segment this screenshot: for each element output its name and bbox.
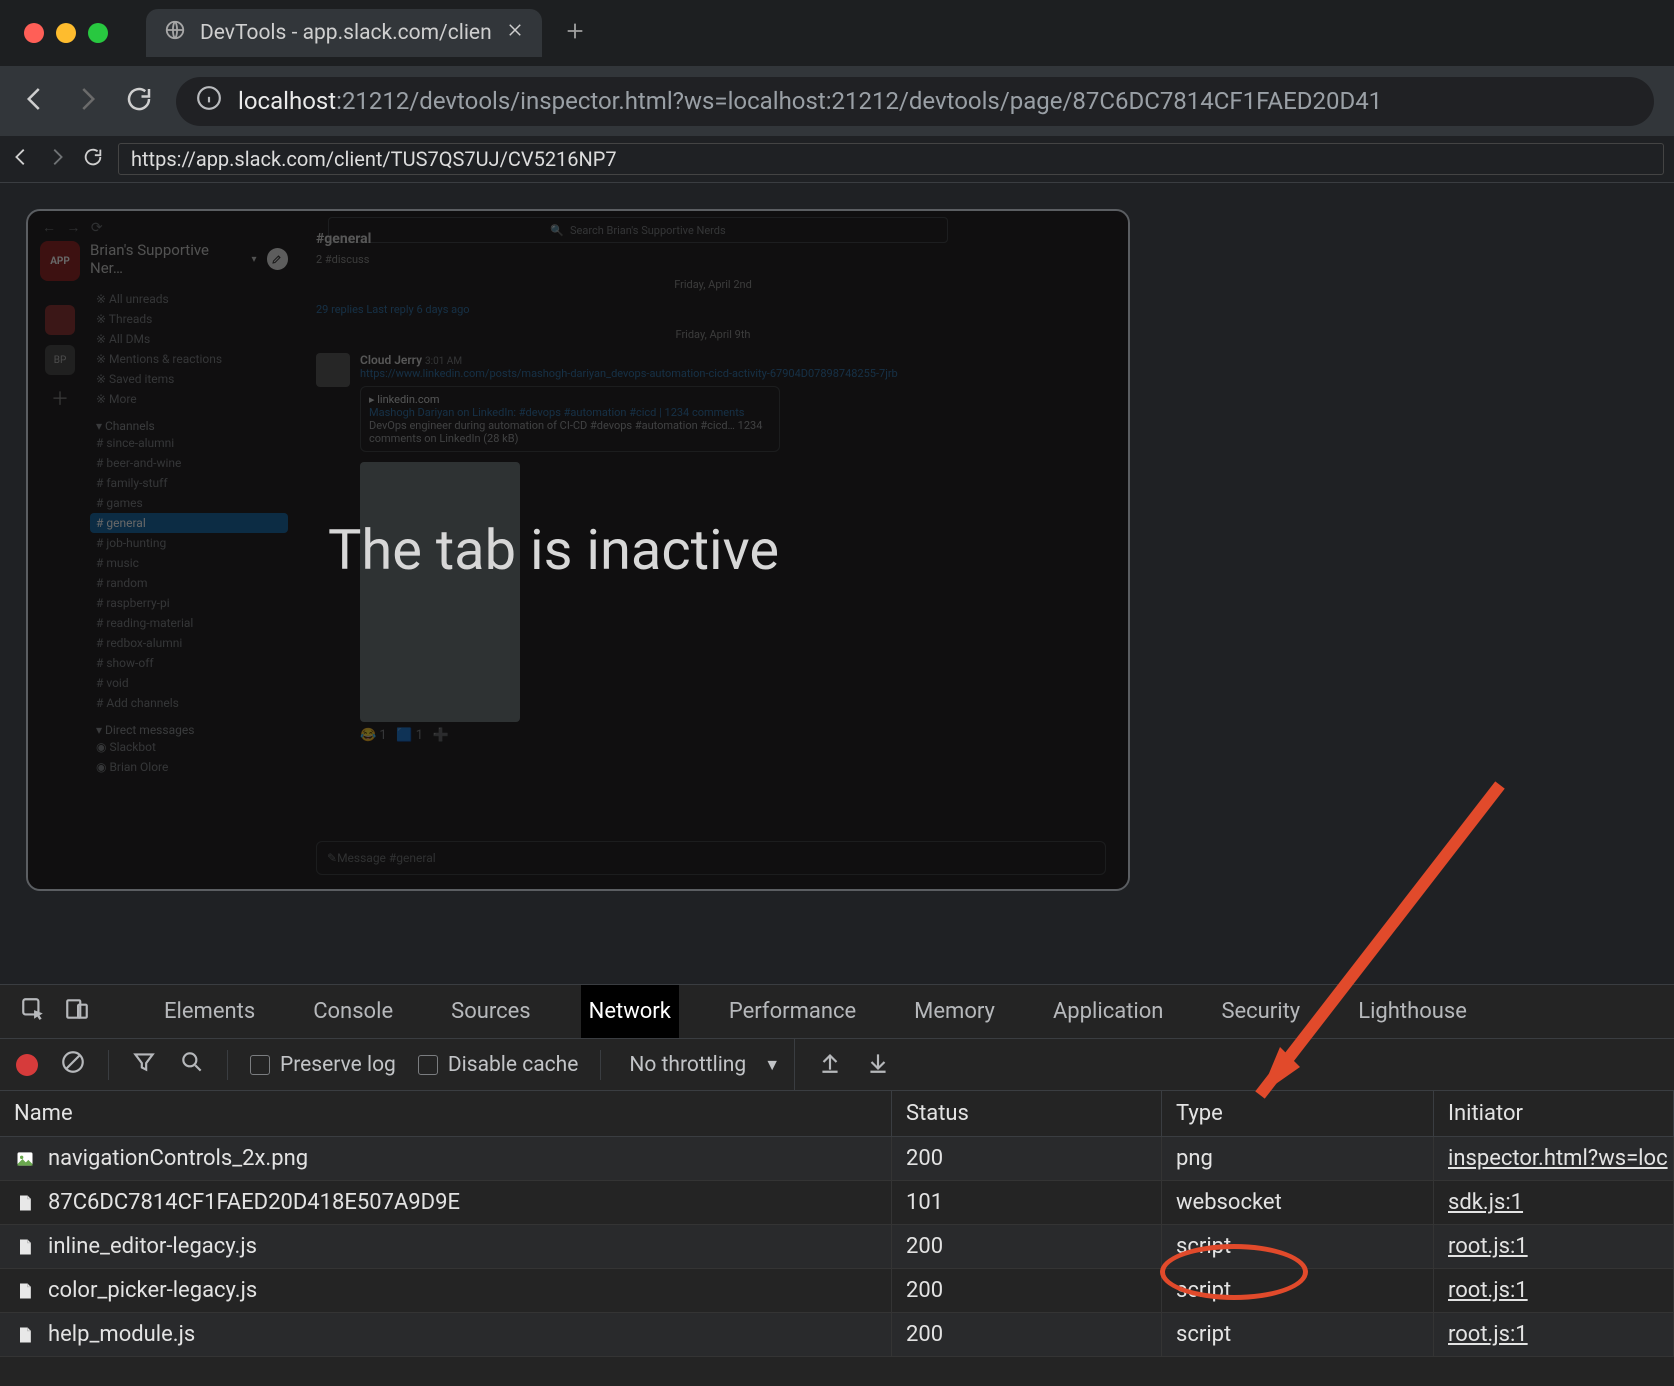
globe-icon	[164, 19, 186, 47]
request-initiator[interactable]: root.js:1	[1448, 1234, 1528, 1259]
image-file-icon	[14, 1148, 36, 1170]
devtools-tab-memory[interactable]: Memory	[906, 985, 1003, 1038]
request-type: script	[1176, 1322, 1231, 1347]
devtools-tab-security[interactable]: Security	[1213, 985, 1308, 1038]
request-initiator[interactable]: sdk.js:1	[1448, 1190, 1523, 1215]
record-button[interactable]	[16, 1054, 38, 1076]
request-name: 87C6DC7814CF1FAED20D418E507A9D9E	[48, 1190, 460, 1215]
request-initiator[interactable]: root.js:1	[1448, 1322, 1528, 1347]
devtools-tabs: Elements Console Sources Network Performance…	[0, 985, 1674, 1039]
new-tab-button[interactable]	[564, 20, 586, 46]
window-titlebar: DevTools - app.slack.com/clien	[0, 0, 1674, 66]
col-initiator[interactable]: Initiator	[1434, 1091, 1674, 1136]
request-type: websocket	[1176, 1190, 1282, 1215]
devtools-tab-performance[interactable]: Performance	[721, 985, 864, 1038]
search-icon[interactable]	[179, 1049, 205, 1081]
network-subbar: Preserve log Disable cache No throttling…	[0, 1039, 1674, 1091]
inactive-overlay-text: The tab is inactive	[328, 517, 779, 583]
target-forward-button[interactable]	[46, 146, 68, 172]
target-screencast[interactable]: ← → ⟳ 🔍 Search Brian's Supportive Nerds …	[26, 209, 1130, 891]
browser-toolbar: localhost:21212/devtools/inspector.html?…	[0, 66, 1674, 136]
upload-har-icon[interactable]	[817, 1049, 843, 1081]
table-row[interactable]: color_picker-legacy.js 200 script root.js:1	[0, 1269, 1674, 1313]
table-row[interactable]: 87C6DC7814CF1FAED20D418E507A9D9E 101 webso…	[0, 1181, 1674, 1225]
request-status: 200	[906, 1322, 943, 1347]
devtools-panel: Elements Console Sources Network Performance…	[0, 984, 1674, 1386]
col-type[interactable]: Type	[1162, 1091, 1434, 1136]
request-initiator[interactable]: root.js:1	[1448, 1278, 1528, 1303]
browser-reload-button[interactable]	[124, 84, 154, 118]
request-status: 101	[906, 1190, 943, 1215]
devtools-tab-lighthouse[interactable]: Lighthouse	[1350, 985, 1475, 1038]
request-name: inline_editor-legacy.js	[48, 1234, 257, 1259]
request-type: script	[1176, 1278, 1231, 1303]
devtools-tab-elements[interactable]: Elements	[156, 985, 263, 1038]
request-status: 200	[906, 1278, 943, 1303]
browser-tab[interactable]: DevTools - app.slack.com/clien	[146, 9, 542, 57]
devtools-tab-sources[interactable]: Sources	[443, 985, 539, 1038]
col-status[interactable]: Status	[892, 1091, 1162, 1136]
target-url-field[interactable]: https://app.slack.com/client/TUS7QS7UJ/C…	[118, 143, 1664, 175]
clear-icon[interactable]	[60, 1049, 86, 1081]
request-name: navigationControls_2x.png	[48, 1146, 308, 1171]
site-info-icon[interactable]	[196, 85, 222, 117]
network-table-body: navigationControls_2x.png 200 png inspector…	[0, 1137, 1674, 1386]
devtools-tab-application[interactable]: Application	[1045, 985, 1171, 1038]
window-traffic-lights	[24, 23, 108, 43]
window-close-button[interactable]	[24, 23, 44, 43]
table-row[interactable]: inline_editor-legacy.js 200 script root.js:…	[0, 1225, 1674, 1269]
devtools-target-toolbar: https://app.slack.com/client/TUS7QS7UJ/C…	[0, 136, 1674, 183]
document-file-icon	[14, 1280, 36, 1302]
request-name: help_module.js	[48, 1322, 195, 1347]
col-name[interactable]: Name	[0, 1091, 892, 1136]
inspect-element-icon[interactable]	[20, 996, 46, 1028]
window-maximize-button[interactable]	[88, 23, 108, 43]
table-row[interactable]: help_module.js 200 script root.js:1	[0, 1313, 1674, 1357]
inactive-overlay: The tab is inactive	[28, 211, 1128, 889]
device-toolbar-icon[interactable]	[64, 996, 90, 1028]
target-reload-button[interactable]	[82, 146, 104, 172]
close-icon[interactable]	[506, 21, 524, 45]
browser-tab-title: DevTools - app.slack.com/clien	[200, 21, 492, 45]
throttling-select[interactable]: No throttling▼	[623, 1039, 795, 1090]
browser-forward-button[interactable]	[72, 84, 102, 118]
devtools-tab-console[interactable]: Console	[305, 985, 401, 1038]
request-name: color_picker-legacy.js	[48, 1278, 257, 1303]
request-initiator[interactable]: inspector.html?ws=loc	[1448, 1146, 1668, 1171]
request-status: 200	[906, 1234, 943, 1259]
request-status: 200	[906, 1146, 943, 1171]
preserve-log-checkbox[interactable]: Preserve log	[250, 1053, 396, 1077]
window-minimize-button[interactable]	[56, 23, 76, 43]
devtools-tab-network[interactable]: Network	[581, 985, 679, 1038]
browser-url: localhost:21212/devtools/inspector.html?…	[238, 87, 1382, 115]
document-file-icon	[14, 1192, 36, 1214]
browser-back-button[interactable]	[20, 84, 50, 118]
request-type: script	[1176, 1234, 1231, 1259]
request-type: png	[1176, 1146, 1213, 1171]
download-har-icon[interactable]	[865, 1049, 891, 1081]
document-file-icon	[14, 1324, 36, 1346]
network-table-header: Name Status Type Initiator	[0, 1091, 1674, 1137]
table-row[interactable]: navigationControls_2x.png 200 png inspector…	[0, 1137, 1674, 1181]
target-back-button[interactable]	[10, 146, 32, 172]
browser-omnibox[interactable]: localhost:21212/devtools/inspector.html?…	[176, 77, 1654, 126]
disable-cache-checkbox[interactable]: Disable cache	[418, 1053, 579, 1077]
document-file-icon	[14, 1236, 36, 1258]
filter-icon[interactable]	[131, 1049, 157, 1081]
